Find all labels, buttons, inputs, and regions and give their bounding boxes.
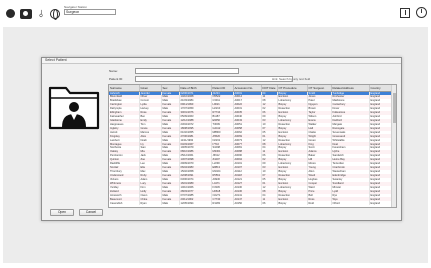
table-cell: Reid: [307, 201, 332, 206]
open-button[interactable]: Open: [50, 209, 74, 216]
search-label: Patient ID:: [109, 77, 124, 81]
table-cell: 06: [261, 201, 278, 206]
name-input[interactable]: [135, 68, 239, 74]
cancel-button[interactable]: Cancel: [79, 209, 103, 216]
info-icon[interactable]: i: [416, 7, 427, 18]
patient-table[interactable]: Surname Given Sex Date of Birth Patient ID Ac…: [108, 84, 397, 208]
table-cell: Biopsy: [277, 201, 308, 206]
table-row[interactable]: Cavendish Ryan Male 12/05/1994 R1183 A0150 06 B…: [109, 201, 394, 206]
search-hint: Hint: Search by any text field: [272, 77, 311, 81]
select-patient-dialog: Select Patient Name: Patient ID: Hint: S…: [41, 57, 402, 221]
name-field-row: Name:: [109, 68, 239, 74]
dialog-title: Select Patient: [42, 58, 401, 64]
globe-icon[interactable]: [50, 9, 60, 20]
table-cell: Male: [161, 201, 180, 206]
layout-icon[interactable]: [400, 8, 410, 18]
patient-folder-icon: [48, 86, 100, 130]
table-cell: Ryan: [139, 201, 162, 206]
app-toolbar: ⫰ Navigator Station Surgeon i: [0, 0, 431, 27]
table-cell: 12/05/1994: [179, 201, 212, 206]
table-cell: England: [369, 201, 394, 206]
table-cell: A0150: [233, 201, 262, 206]
patient-photo-panel: [46, 70, 102, 205]
table-cell: Otford: [331, 201, 370, 206]
search-input[interactable]: [135, 76, 293, 82]
table-scrollbar[interactable]: [391, 85, 396, 207]
table-cell: Cavendish: [109, 201, 140, 206]
station-selector[interactable]: Navigator Station Surgeon: [64, 5, 116, 15]
scrollbar-thumb[interactable]: [393, 93, 396, 123]
search-field-row: Patient ID:: [109, 76, 293, 82]
name-label: Name:: [109, 69, 118, 73]
station-dropdown[interactable]: Surgeon: [64, 9, 116, 15]
camera-icon[interactable]: [20, 9, 32, 19]
record-icon[interactable]: [6, 9, 15, 18]
pulse-icon[interactable]: ⫰: [35, 9, 47, 20]
table-cell: R1183: [211, 201, 234, 206]
